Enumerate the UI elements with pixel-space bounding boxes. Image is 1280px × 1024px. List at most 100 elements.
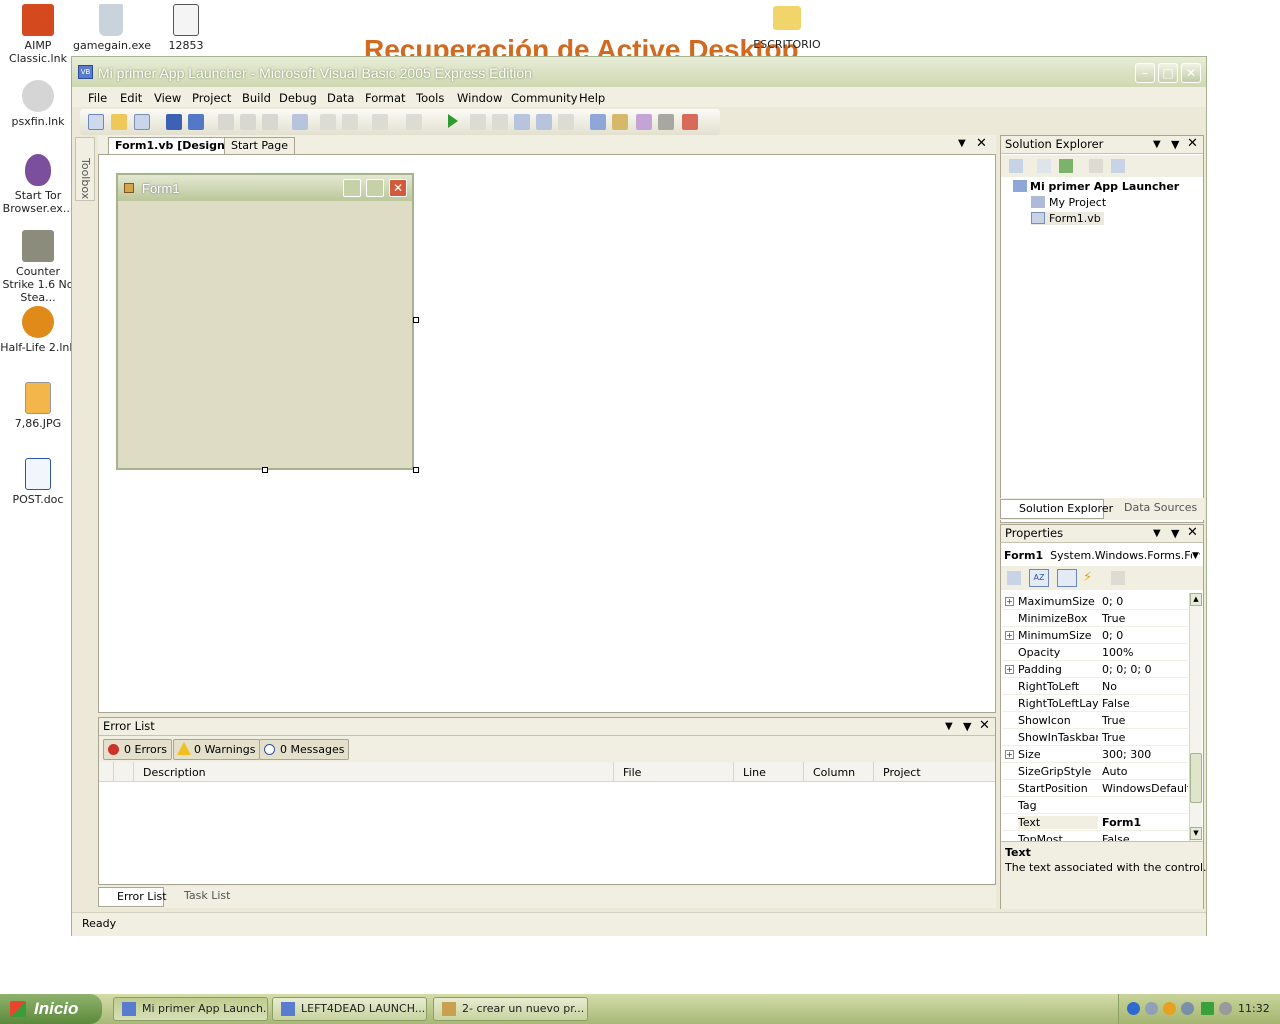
object-selector[interactable]: Form1 System.Windows.Forms.Form ▼ (1003, 546, 1201, 565)
update-icon[interactable] (1219, 1002, 1232, 1015)
menu-view[interactable]: View (154, 91, 181, 105)
menu-help[interactable]: Help (579, 91, 605, 105)
menu-data[interactable]: Data (327, 91, 354, 105)
start-button[interactable]: Inicio (0, 994, 102, 1024)
volume-icon[interactable] (1181, 1002, 1194, 1015)
minimize-button[interactable]: – (1135, 63, 1155, 83)
toolbox-tab[interactable]: Toolbox (75, 137, 95, 201)
object-browser-icon[interactable] (636, 114, 652, 130)
warnings-filter-button[interactable]: 0 Warnings (173, 739, 261, 760)
column-description[interactable]: Description (143, 766, 206, 779)
taskbar-button-crear[interactable]: 2- crear un nuevo pr... (433, 997, 588, 1021)
properties-window-icon[interactable] (612, 114, 628, 130)
messages-filter-button[interactable]: 0 Messages (259, 739, 350, 760)
step-out-icon[interactable] (558, 114, 574, 130)
view-code-icon[interactable] (1089, 159, 1103, 173)
cut-icon[interactable] (218, 114, 234, 130)
property-row[interactable]: MinimizeBox True (1002, 610, 1188, 627)
property-row[interactable]: + Size 300; 300 (1002, 746, 1188, 763)
resize-handle-corner[interactable] (413, 467, 419, 473)
desktop-icon-post-doc[interactable]: POST.doc (0, 458, 76, 506)
desktop-icon-tor[interactable]: Start Tor Browser.ex... (0, 154, 76, 215)
view-designer-icon[interactable] (1111, 159, 1125, 173)
indent-icon[interactable] (320, 114, 336, 130)
property-grid-scrollbar[interactable]: ▲ ▼ (1189, 593, 1202, 841)
show-all-files-icon[interactable] (1037, 159, 1051, 173)
property-value[interactable]: Form1 (1102, 816, 1188, 829)
property-value[interactable]: 0; 0 (1102, 595, 1188, 608)
desktop-icon-half-life[interactable]: Half-Life 2.lnk (0, 306, 76, 354)
taskbar-button-left4dead[interactable]: LEFT4DEAD LAUNCH... (272, 997, 427, 1021)
property-pages-icon[interactable] (1111, 571, 1125, 585)
error-list-close-icon[interactable]: ✕ (979, 717, 990, 734)
property-value[interactable]: Auto (1102, 765, 1188, 778)
undo-icon[interactable] (372, 114, 388, 130)
property-row[interactable]: SizeGripStyle Auto (1002, 763, 1188, 780)
tab-form1-design[interactable]: Form1.vb [Design] (108, 137, 237, 154)
error-list-pin-icon[interactable]: ▼ (963, 718, 971, 735)
signal-icon[interactable] (1201, 1002, 1214, 1015)
property-row[interactable]: ShowIcon True (1002, 712, 1188, 729)
add-item-icon[interactable] (134, 114, 150, 130)
menu-project[interactable]: Project (192, 91, 231, 105)
error-list-icon[interactable] (682, 114, 698, 130)
solution-explorer-icon[interactable] (590, 114, 606, 130)
taskbar-button-vb[interactable]: Mi primer App Launch... (113, 997, 268, 1021)
scroll-up-icon[interactable]: ▲ (1190, 593, 1202, 606)
start-debugging-icon[interactable] (448, 114, 458, 128)
events-icon[interactable]: ⚡ (1083, 570, 1092, 585)
property-row[interactable]: + MinimumSize 0; 0 (1002, 627, 1188, 644)
step-into-icon[interactable] (514, 114, 530, 130)
desktop-icon-escritorio[interactable]: ESCRITORIO (749, 6, 825, 51)
categorized-icon[interactable] (1007, 571, 1021, 585)
close-document-icon[interactable]: ✕ (976, 136, 987, 151)
save-icon[interactable] (166, 114, 182, 130)
property-value[interactable]: True (1102, 612, 1188, 625)
property-value[interactable]: False (1102, 697, 1188, 710)
properties-pin-icon[interactable]: ▼ (1171, 525, 1179, 542)
property-row[interactable]: ShowInTaskbar True (1002, 729, 1188, 746)
property-row[interactable]: StartPosition WindowsDefaultLo (1002, 780, 1188, 797)
menu-build[interactable]: Build (242, 91, 271, 105)
column-column[interactable]: Column (813, 766, 855, 779)
column-line[interactable]: Line (743, 766, 766, 779)
error-list-dropdown-icon[interactable]: ▼ (945, 718, 953, 735)
resize-handle-right[interactable] (413, 317, 419, 323)
menu-community[interactable]: Community (511, 91, 578, 105)
copy-icon[interactable] (240, 114, 256, 130)
menu-tools[interactable]: Tools (416, 91, 444, 105)
property-row[interactable]: RightToLeft No (1002, 678, 1188, 695)
step-over-icon[interactable] (536, 114, 552, 130)
pane-dropdown-icon[interactable]: ▼ (1153, 136, 1161, 153)
pin-icon[interactable]: ▼ (1171, 136, 1179, 153)
property-row[interactable]: + MaximumSize 0; 0 (1002, 593, 1188, 610)
property-value[interactable]: 300; 300 (1102, 748, 1188, 761)
property-row[interactable]: + Padding 0; 0; 0; 0 (1002, 661, 1188, 678)
property-row[interactable]: Text Form1 (1002, 814, 1188, 831)
desktop-icon-gamegain[interactable]: gamegain.exe (73, 4, 151, 52)
desktop-icon-counter-strike[interactable]: Counter Strike 1.6 No Stea... (0, 230, 76, 304)
tree-item-form1-vb[interactable]: Form1.vb (1031, 212, 1104, 225)
open-folder-icon[interactable] (111, 114, 127, 130)
close-button[interactable]: ✕ (1181, 63, 1201, 83)
tab-error-list[interactable]: Error List (98, 887, 167, 907)
property-row[interactable]: Opacity 100% (1002, 644, 1188, 661)
menu-file[interactable]: File (88, 91, 107, 105)
refresh-icon[interactable] (1059, 159, 1073, 173)
property-value[interactable]: 0; 0 (1102, 629, 1188, 642)
power-icon[interactable] (1127, 1002, 1140, 1015)
redo-icon[interactable] (406, 114, 422, 130)
tab-start-page[interactable]: Start Page (224, 137, 295, 154)
scroll-down-icon[interactable]: ▼ (1190, 827, 1202, 840)
save-all-icon[interactable] (188, 114, 204, 130)
desktop-icon-12853[interactable]: 12853 (148, 4, 224, 52)
menu-edit[interactable]: Edit (120, 91, 142, 105)
pause-icon[interactable] (470, 114, 486, 130)
properties-icon[interactable] (1009, 159, 1023, 173)
close-pane-icon[interactable]: ✕ (1187, 135, 1198, 152)
resize-handle-bottom[interactable] (262, 467, 268, 473)
title-bar[interactable]: VB Mi primer App Launcher - Microsoft Vi… (72, 57, 1206, 87)
desktop-icon-jpg[interactable]: 7,86.JPG (0, 382, 76, 430)
properties-view-icon[interactable] (1057, 569, 1077, 587)
desktop-icon-psxfin[interactable]: psxfin.lnk (0, 80, 76, 128)
